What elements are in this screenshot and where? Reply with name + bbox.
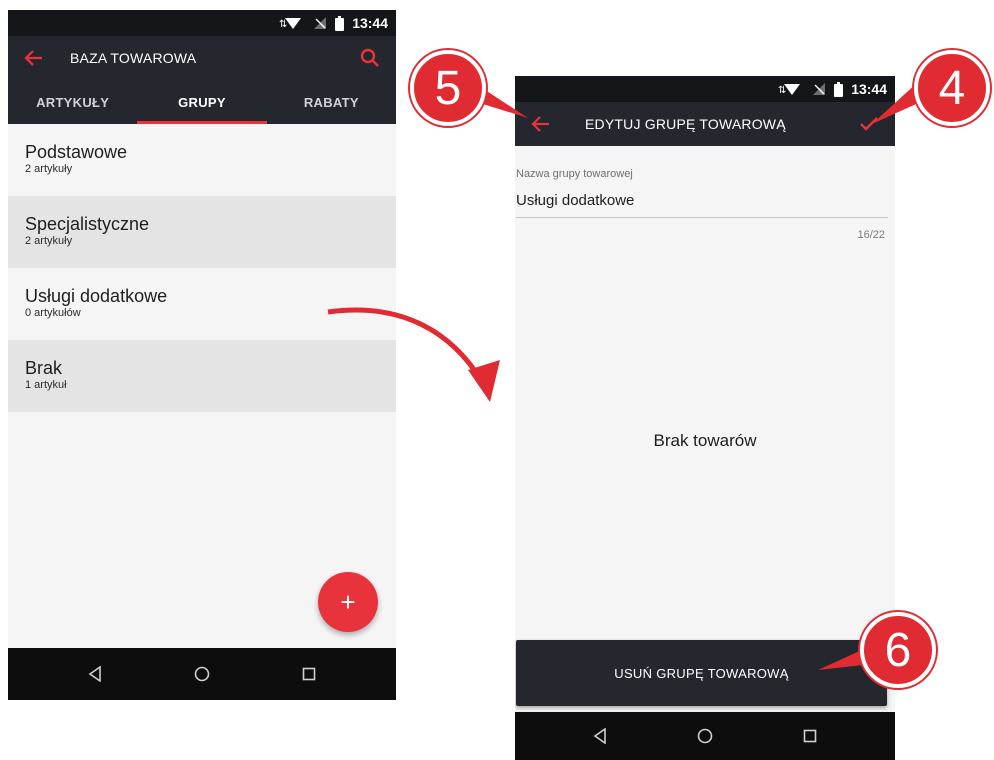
add-group-button[interactable]: + xyxy=(318,572,378,632)
group-count: 2 artykuły xyxy=(25,235,73,247)
status-bar: ⇅ 13:44 xyxy=(515,76,895,102)
signal-icon xyxy=(812,82,826,96)
status-bar: ⇅ 13:44 xyxy=(8,10,396,36)
group-name: Brak xyxy=(25,358,63,378)
battery-icon xyxy=(834,81,844,97)
transition-arrowhead xyxy=(468,360,500,402)
search-button[interactable] xyxy=(344,36,396,80)
nav-recents-button[interactable] xyxy=(790,716,830,756)
callout-confirm: 4 xyxy=(914,50,990,126)
group-count: 0 artykułów xyxy=(25,307,81,319)
group-count: 1 artykuł xyxy=(25,379,67,391)
system-nav-bar xyxy=(8,648,396,700)
callout-back: 5 xyxy=(410,50,486,126)
tab-bar: ARTYKUŁY GRUPY RABATY xyxy=(8,80,396,124)
status-time: 13:44 xyxy=(851,81,887,97)
status-time: 13:44 xyxy=(352,15,388,31)
wifi-icon: ⇅ xyxy=(279,16,305,30)
tab-articles[interactable]: ARTYKUŁY xyxy=(8,80,137,124)
nav-home-button[interactable] xyxy=(685,716,725,756)
nav-recents-icon xyxy=(803,729,817,743)
list-item[interactable]: Usługi dodatkowe 0 artykułów xyxy=(8,268,396,340)
page-title: EDYTUJ GRUPĘ TOWAROWĄ xyxy=(585,116,786,132)
tab-groups[interactable]: GRUPY xyxy=(137,80,267,124)
system-nav-bar xyxy=(515,712,895,760)
group-name: Specjalistyczne xyxy=(25,214,150,234)
nav-recents-button[interactable] xyxy=(289,654,329,694)
battery-icon xyxy=(335,15,345,31)
app-bar: EDYTUJ GRUPĘ TOWAROWĄ xyxy=(515,102,895,146)
svg-text:⇅: ⇅ xyxy=(279,19,287,30)
nav-back-icon xyxy=(88,666,101,682)
group-name: Usługi dodatkowe xyxy=(25,286,168,306)
empty-state-message: Brak towarów xyxy=(653,431,757,450)
page-title: BAZA TOWAROWA xyxy=(70,50,197,66)
signal-icon xyxy=(313,16,327,30)
group-list: Podstawowe 2 artykuły Specjalistyczne 2 … xyxy=(8,124,396,412)
group-count: 2 artykuły xyxy=(25,163,73,175)
callout-delete: 6 xyxy=(860,612,936,688)
app-bar: BAZA TOWAROWA ARTYKUŁY GRUPY RABATY xyxy=(8,36,396,124)
char-counter: 16/22 xyxy=(857,229,885,241)
group-list-screen: ⇅ 13:44 BAZA TOWAROWA ARTYKUŁY GRUPY RAB… xyxy=(8,10,396,700)
list-item[interactable]: Specjalistyczne 2 artykuły xyxy=(8,196,396,268)
nav-home-icon xyxy=(194,666,210,682)
nav-home-button[interactable] xyxy=(182,654,222,694)
check-icon xyxy=(860,117,878,131)
confirm-button[interactable] xyxy=(843,102,895,146)
wifi-icon: ⇅ xyxy=(778,82,804,96)
delete-group-button[interactable]: USUŃ GRUPĘ TOWAROWĄ xyxy=(516,640,887,706)
group-name-field[interactable] xyxy=(516,184,888,218)
nav-back-button[interactable] xyxy=(580,716,620,756)
nav-back-icon xyxy=(593,728,606,744)
list-item[interactable]: Brak 1 artykuł xyxy=(8,340,396,412)
list-item[interactable]: Podstawowe 2 artykuły xyxy=(8,124,396,196)
back-arrow-icon xyxy=(24,50,42,66)
tab-discounts[interactable]: RABATY xyxy=(267,80,396,124)
nav-back-button[interactable] xyxy=(75,654,115,694)
group-name: Podstawowe xyxy=(25,142,128,162)
nav-home-icon xyxy=(697,728,713,744)
search-icon xyxy=(360,48,379,67)
back-arrow-icon xyxy=(531,116,549,132)
svg-text:⇅: ⇅ xyxy=(778,85,786,96)
group-name-label: Nazwa grupy towarowej xyxy=(516,168,633,180)
edit-group-screen: ⇅ 13:44 EDYTUJ GRUPĘ TOWAROWĄ Nazwa grup… xyxy=(515,76,895,760)
back-button[interactable] xyxy=(515,102,567,146)
nav-recents-icon xyxy=(302,667,316,681)
back-button[interactable] xyxy=(8,36,60,80)
